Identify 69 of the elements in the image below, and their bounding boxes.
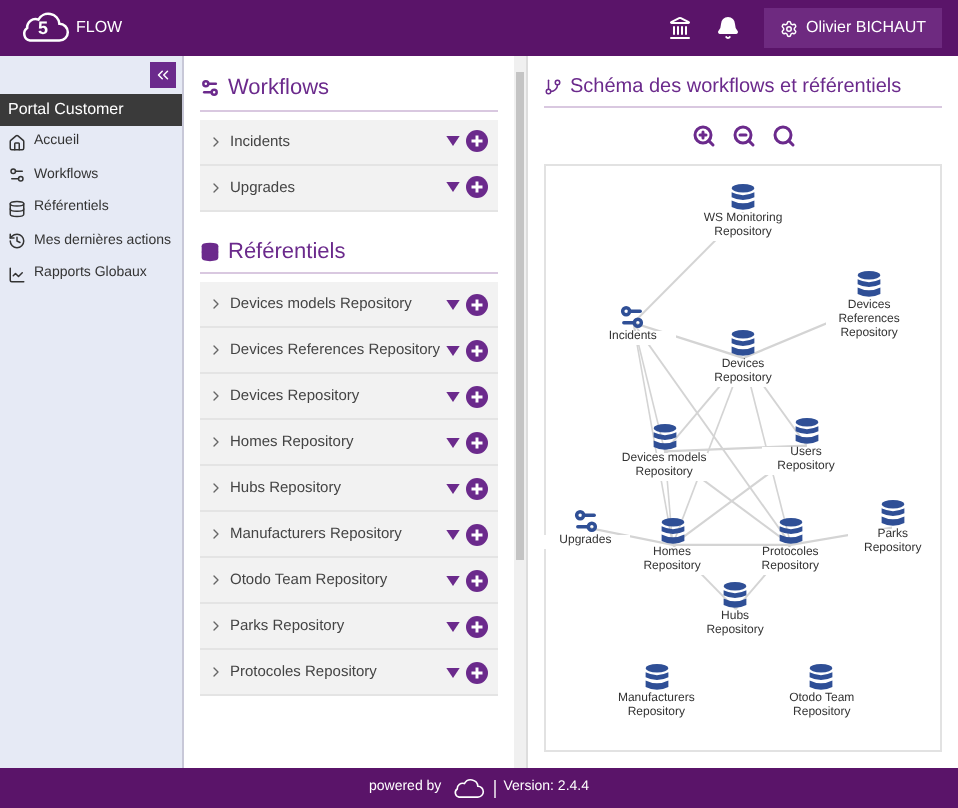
caret-icon (446, 529, 460, 539)
caret-icon (446, 391, 460, 401)
add-icon[interactable] (466, 339, 489, 361)
caret-icon (446, 575, 460, 585)
caret-icon (446, 182, 460, 192)
sidebar-title: Portal Customer (0, 94, 182, 126)
heading-text: Référentiels (228, 237, 346, 267)
database-icon (659, 516, 686, 547)
add-icon[interactable] (466, 477, 488, 499)
caret-icon (446, 483, 460, 493)
database-icon (730, 329, 756, 360)
collapse-icon (154, 66, 172, 84)
settings-icon (779, 19, 798, 37)
caret-icon (446, 345, 461, 355)
chevron-icon (208, 526, 224, 542)
add-icon[interactable] (466, 130, 488, 152)
chevron-icon (208, 179, 224, 195)
database-icon (200, 241, 220, 262)
logo-number: 5 (38, 16, 49, 42)
zoom-out-icon[interactable] (731, 124, 755, 148)
bell-icon[interactable] (715, 16, 740, 40)
chevron-icon (208, 342, 224, 358)
add-icon[interactable] (466, 615, 488, 637)
cloud-logo-icon (449, 777, 486, 799)
add-icon[interactable] (466, 569, 488, 591)
add-icon[interactable] (466, 431, 488, 453)
database-icon (730, 183, 756, 214)
database-icon (643, 662, 670, 693)
add-icon[interactable] (466, 293, 488, 315)
chart-icon (8, 265, 26, 284)
history-icon (8, 232, 26, 251)
zoom-in-icon[interactable] (691, 124, 715, 148)
database-icon (856, 270, 883, 301)
home-icon (8, 133, 26, 152)
user-button[interactable]: Olivier BICHAUT (763, 8, 942, 48)
chevron-icon (208, 618, 224, 634)
heading-text: Schéma des workflows et référentiels (570, 74, 902, 102)
chevron-icon (208, 133, 224, 149)
logo-word: FLOW (76, 16, 123, 40)
database-icon (8, 199, 26, 218)
chevron-icon (208, 572, 224, 588)
add-icon[interactable] (466, 176, 488, 198)
add-icon[interactable] (466, 661, 488, 683)
chevron-icon (208, 480, 224, 496)
database-icon (722, 580, 749, 611)
database-icon (777, 516, 804, 547)
scrollbar[interactable] (514, 56, 526, 768)
database-icon (651, 423, 678, 454)
database-icon (879, 499, 906, 530)
building-icon[interactable] (667, 16, 692, 40)
caret-icon (446, 136, 460, 146)
caret-icon (446, 299, 460, 309)
chevron-icon (208, 434, 224, 450)
branch-icon (544, 78, 562, 96)
heading-text: Workflows (228, 74, 330, 104)
chevron-icon (208, 296, 224, 312)
caret-icon (446, 621, 460, 631)
chevron-icon (208, 664, 224, 680)
scrollbar-thumb[interactable] (516, 72, 524, 560)
database-icon (808, 662, 835, 693)
search-icon[interactable] (771, 124, 795, 148)
add-icon[interactable] (466, 523, 488, 545)
caret-icon (446, 437, 460, 447)
logo[interactable]: 5 FLOW (16, 10, 123, 46)
caret-icon (446, 667, 460, 677)
database-icon (793, 417, 820, 448)
collapse-button[interactable] (150, 62, 176, 88)
add-icon[interactable] (466, 385, 488, 407)
chevron-icon (208, 388, 224, 404)
